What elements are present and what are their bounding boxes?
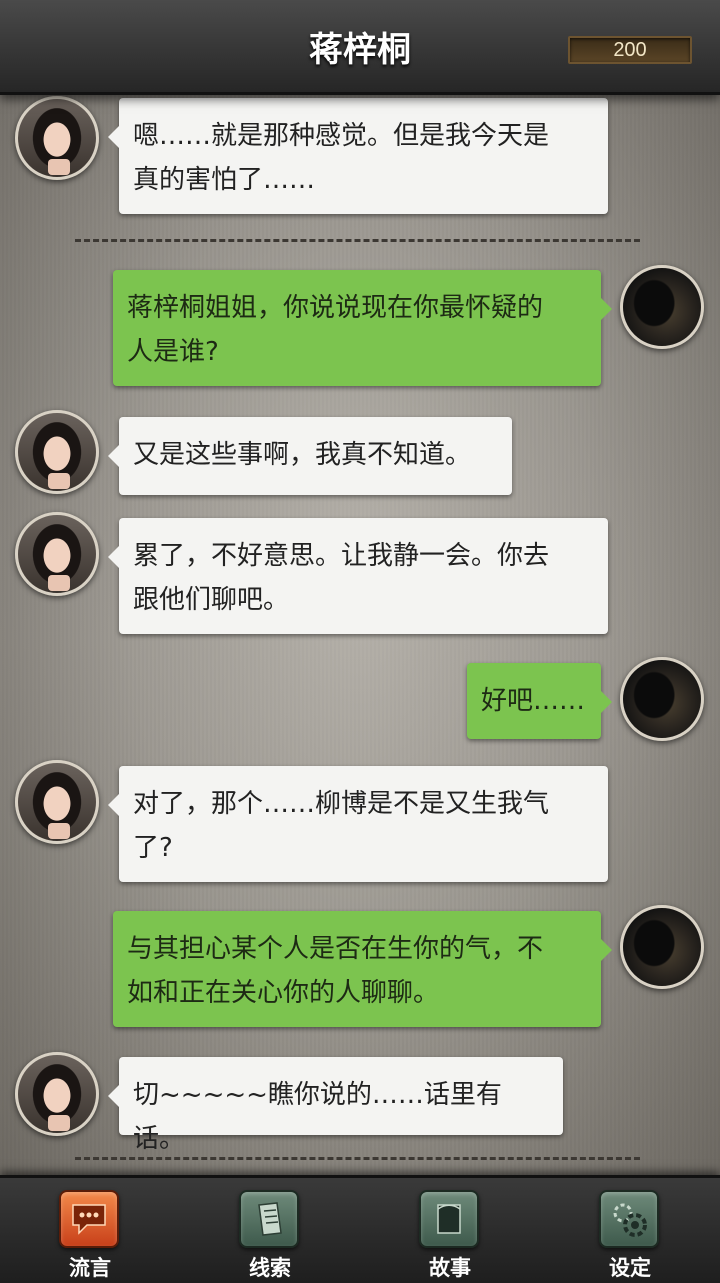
tab-label: 故事 [429, 1255, 471, 1280]
girl-avatar[interactable] [15, 410, 99, 494]
coin-counter: 200 [568, 36, 692, 64]
girl-avatar[interactable] [15, 512, 99, 596]
girl-avatar[interactable] [15, 1052, 99, 1136]
message-line: 蒋梓桐姐姐，你说说现在你最怀疑的 [127, 293, 544, 323]
player-avatar[interactable] [620, 905, 704, 989]
received-bubble[interactable]: 嗯……就是那种感觉。但是我今天是 真的害怕了…… [108, 98, 608, 214]
message-line: 嗯……就是那种感觉。但是我今天是 [133, 121, 550, 151]
received-bubble[interactable]: 累了，不好意思。让我静一会。你去 跟他们聊吧。 [108, 518, 608, 634]
sent-bubble[interactable]: 与其担心某个人是否在生你的气，不 如和正在关心你的人聊聊。 [113, 911, 612, 1027]
message-line: 真的害怕了…… [133, 165, 316, 195]
bottom-nav: 流言 线索 故事 设定 [0, 1175, 720, 1283]
tab-clues[interactable]: 线索 [180, 1178, 360, 1283]
player-avatar[interactable] [620, 265, 704, 349]
story-book-icon [419, 1190, 479, 1248]
message-line: 对了，那个……柳博是不是又生我气 [133, 789, 550, 819]
message-line: 切~~~~~瞧你说的……话里有话。 [133, 1080, 502, 1154]
player-avatar[interactable] [620, 657, 704, 741]
message-line: 好吧…… [481, 686, 586, 716]
received-bubble[interactable]: 又是这些事啊，我真不知道。 [108, 417, 512, 495]
chat-bubble-icon [59, 1190, 119, 1248]
tab-story[interactable]: 故事 [360, 1178, 540, 1283]
tab-settings[interactable]: 设定 [540, 1178, 720, 1283]
clue-scroll-icon [239, 1190, 299, 1248]
section-divider [75, 1157, 640, 1160]
coin-count: 200 [613, 39, 647, 61]
message-line: 了? [133, 833, 173, 863]
message-line: 累了，不好意思。让我静一会。你去 [133, 541, 550, 571]
tab-label: 线索 [249, 1255, 291, 1280]
top-bar: 蒋梓桐 200 [0, 0, 720, 95]
message-line: 如和正在关心你的人聊聊。 [127, 978, 440, 1008]
girl-avatar[interactable] [15, 96, 99, 180]
girl-avatar[interactable] [15, 760, 99, 844]
tab-label: 流言 [69, 1255, 111, 1280]
settings-gear-icon [599, 1190, 659, 1248]
received-bubble[interactable]: 切~~~~~瞧你说的……话里有话。 [108, 1057, 563, 1154]
section-divider [75, 239, 640, 242]
message-line: 与其担心某个人是否在生你的气，不 [127, 934, 544, 964]
tab-rumors[interactable]: 流言 [0, 1178, 180, 1283]
message-line: 跟他们聊吧。 [133, 585, 290, 615]
sent-bubble[interactable]: 好吧…… [467, 663, 612, 739]
received-bubble[interactable]: 对了，那个……柳博是不是又生我气 了? [108, 766, 608, 882]
tab-label: 设定 [609, 1255, 651, 1280]
message-line: 又是这些事啊，我真不知道。 [133, 440, 472, 470]
sent-bubble[interactable]: 蒋梓桐姐姐，你说说现在你最怀疑的 人是谁? [113, 270, 612, 386]
message-line: 人是谁? [127, 337, 219, 367]
